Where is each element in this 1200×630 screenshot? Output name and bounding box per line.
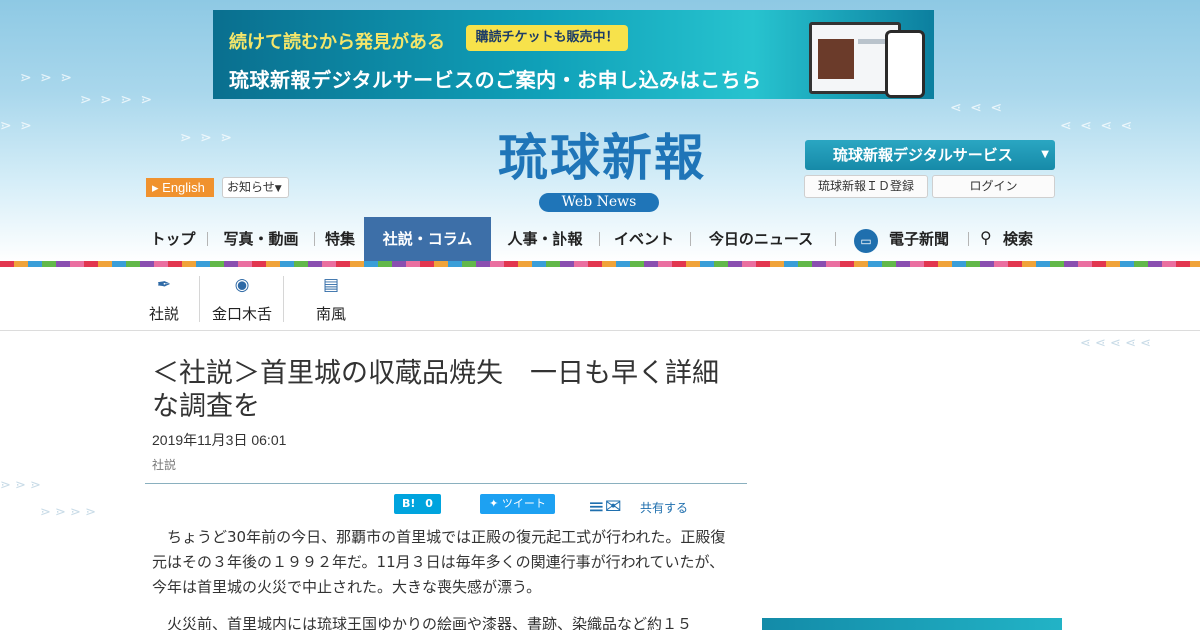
nav-item-editorial-column[interactable]: 社説・コラム [364, 217, 491, 261]
subnav-item-kinkuchi[interactable]: ◉ 金口木舌 [206, 267, 278, 331]
banner-badge: 購読チケットも販売中！ [466, 25, 628, 51]
nav-item-todays-news[interactable]: 今日のニュース [700, 217, 822, 261]
fish-decoration: ⋖ ⋖ ⋖ ⋖ ⋖ [1080, 336, 1151, 351]
english-label: English [162, 180, 205, 195]
article-body: ちょうど30年前の今日、那覇市の首里城では正殿の復元起工式が行われた。正殿復元は… [152, 525, 736, 630]
hatena-count: 0 [425, 497, 433, 510]
digital-service-label: 琉球新報デジタルサービス [833, 146, 1013, 164]
share-button[interactable]: ≡✉ 共有する [588, 494, 698, 518]
nav-divider [835, 232, 836, 246]
article-date: 2019年11月3日 06:01 [152, 432, 287, 448]
sidebar-banner[interactable] [762, 618, 1062, 630]
article-title: ＜社説＞首里城の収蔵品焼失 一日も早く詳細な調査を [152, 358, 719, 422]
subnav-label: 金口木舌 [211, 305, 272, 323]
share-label: 共有する [640, 501, 689, 515]
speech-bubble-icon: ◉ [234, 275, 250, 295]
message-icon: ▤ [322, 275, 340, 295]
nav-item-personnel-obituary[interactable]: 人事・訃報 [500, 217, 590, 261]
article-paragraph: 火災前、首里城内には琉球王国ゆかりの絵画や漆器、書跡、染織品など約１５ [167, 615, 693, 630]
nav-divider [968, 232, 969, 246]
nav-item-top[interactable]: トップ [146, 217, 200, 261]
fish-decoration: ⋗ ⋗ ⋗ [180, 130, 235, 146]
nav-item-e-newspaper[interactable]: 電子新聞 [884, 217, 954, 261]
fish-decoration: ⋗ ⋗ ⋗ ⋗ [80, 92, 155, 108]
nav-divider [599, 232, 600, 246]
login-button[interactable]: ログイン [932, 175, 1055, 198]
subnav-label: 社説 [148, 305, 179, 323]
digital-service-banner[interactable]: 続けて読むから発見がある 購読チケットも販売中！ 琉球新報デジタルサービスのご案… [213, 10, 934, 99]
logo-subtitle: Web News [539, 193, 659, 212]
nav-divider [314, 232, 315, 246]
article-category[interactable]: 社説 [152, 456, 176, 473]
article-paragraph: ちょうど30年前の今日、那覇市の首里城では正殿の復元起工式が行われた。正殿復元は… [152, 528, 726, 596]
chevron-down-icon: ▼ [274, 184, 282, 194]
notice-label: お知らせ [227, 180, 275, 194]
nav-item-photo-video[interactable]: 写真・動画 [216, 217, 306, 261]
subnav-divider [199, 276, 200, 322]
fish-decoration: ⋖ ⋖ ⋖ ⋖ [1060, 118, 1135, 134]
caret-right-icon: ▸ [152, 180, 159, 195]
nav-divider [207, 232, 208, 246]
fish-decoration: ⋖ ⋖ ⋖ [950, 100, 1005, 116]
main-nav: トップ 写真・動画 特集 社説・コラム 人事・訃報 イベント 今日のニュース 電… [0, 217, 1200, 261]
site-logo[interactable]: 琉球新報 [452, 128, 752, 188]
banner-main-text: 琉球新報デジタルサービスのご案内・お申し込みはこちら [229, 68, 762, 92]
id-register-button[interactable]: 琉球新報ＩＤ登録 [804, 175, 928, 198]
hatena-label: B! [402, 497, 416, 510]
nav-item-event[interactable]: イベント [608, 217, 680, 261]
hatena-bookmark-button[interactable]: B! 0 [394, 494, 441, 514]
search-icon: ⚲ [980, 228, 992, 247]
nav-item-feature[interactable]: 特集 [320, 217, 360, 261]
twitter-bird-icon: ✦ [489, 497, 499, 510]
fish-decoration: ⋗ ⋗ [0, 118, 34, 134]
sub-nav: ✒ 社説 ◉ 金口木舌 ▤ 南風 [0, 267, 1200, 331]
subnav-divider [283, 276, 284, 322]
banner-top-text: 続けて読むから発見がある [229, 32, 445, 53]
tweet-button[interactable]: ✦ ツイート [480, 494, 555, 514]
english-button[interactable]: ▸ English [146, 178, 214, 197]
nav-divider [690, 232, 691, 246]
digital-service-button[interactable]: 琉球新報デジタルサービス ▼ [805, 140, 1055, 170]
fish-decoration: ⋗ ⋗ ⋗ ⋗ [40, 505, 96, 520]
tweet-label: ツイート [501, 497, 546, 510]
subnav-item-editorial[interactable]: ✒ 社説 [142, 267, 186, 331]
pen-icon: ✒ [156, 275, 172, 295]
phone-illustration [885, 30, 925, 98]
nav-item-search[interactable]: 検索 [1000, 217, 1036, 261]
envelope-icon: ≡✉ [588, 494, 622, 518]
notice-dropdown[interactable]: お知らせ▼ [222, 177, 289, 198]
monitor-icon: ▭ [854, 229, 878, 253]
caret-down-icon: ▼ [1041, 149, 1049, 160]
subnav-label: 南風 [315, 305, 346, 323]
subnav-item-haebaru[interactable]: ▤ 南風 [308, 267, 354, 331]
fish-decoration: ⋗ ⋗ ⋗ [0, 478, 41, 493]
fish-decoration: ⋗ ⋗ ⋗ [20, 70, 75, 86]
divider [145, 483, 747, 484]
